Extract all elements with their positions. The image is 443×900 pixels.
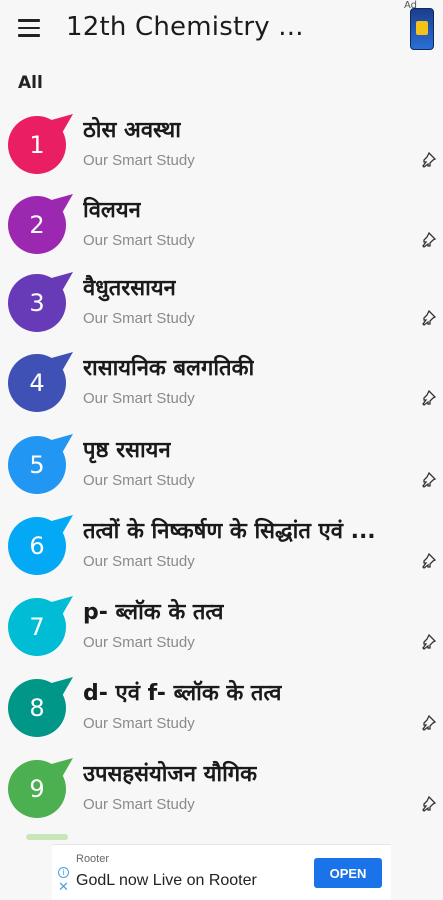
pin-icon[interactable] xyxy=(420,390,436,406)
number-badge: 6 xyxy=(8,517,66,575)
item-title: रासायनिक बलगतिकी xyxy=(83,356,255,381)
list-item[interactable]: 3 वैधुतरसायन Our Smart Study xyxy=(0,268,443,350)
pin-icon[interactable] xyxy=(420,310,436,326)
menu-icon[interactable] xyxy=(18,19,40,37)
item-subtitle: Our Smart Study xyxy=(83,796,195,813)
item-subtitle: Our Smart Study xyxy=(83,152,195,169)
item-title: वैधुतरसायन xyxy=(83,276,176,301)
number-badge: 1 xyxy=(8,116,66,174)
list-item[interactable]: 6 तत्वों के निष्कर्षण के सिद्धांत एवं ..… xyxy=(0,511,443,593)
item-subtitle: Our Smart Study xyxy=(83,390,195,407)
ad-source: Rooter xyxy=(76,853,110,865)
number-badge: 2 xyxy=(8,196,66,254)
pin-icon[interactable] xyxy=(420,472,436,488)
page-title: 12th Chemistry ... xyxy=(66,12,304,42)
pin-icon[interactable] xyxy=(420,553,436,569)
list-item[interactable]: 2 विलयन Our Smart Study xyxy=(0,190,443,272)
item-title: तत्वों के निष्कर्षण के सिद्धांत एवं ... xyxy=(83,519,376,544)
number-badge: 8 xyxy=(8,679,66,737)
close-icon[interactable]: ✕ xyxy=(58,880,69,895)
item-title: उपसहसंयोजन यौगिक xyxy=(83,762,258,787)
item-subtitle: Our Smart Study xyxy=(83,310,195,327)
number-badge: 9 xyxy=(8,760,66,818)
number-badge: 7 xyxy=(8,598,66,656)
item-title: p- ब्लॉक के तत्व xyxy=(83,600,224,625)
list-item[interactable]: 8 d- एवं f- ब्लॉक के तत्व Our Smart Stud… xyxy=(0,673,443,755)
item-title: पृष्ठ रसायन xyxy=(83,438,171,463)
item-subtitle: Our Smart Study xyxy=(83,553,195,570)
ad-info-icon[interactable]: i xyxy=(58,867,69,878)
app-bar: 12th Chemistry ... Ad xyxy=(0,0,443,60)
item-title: विलयन xyxy=(83,198,141,223)
list-item[interactable]: 1 ठोस अवस्था Our Smart Study xyxy=(0,110,443,192)
partial-list-item xyxy=(26,834,68,840)
item-title: ठोस अवस्था xyxy=(83,118,181,143)
pin-icon[interactable] xyxy=(420,232,436,248)
list-item[interactable]: 5 पृष्ठ रसायन Our Smart Study xyxy=(0,430,443,512)
item-subtitle: Our Smart Study xyxy=(83,715,195,732)
list-item[interactable]: 7 p- ब्लॉक के तत्व Our Smart Study xyxy=(0,592,443,674)
ad-text: GodL now Live on Rooter xyxy=(76,872,257,889)
number-badge: 4 xyxy=(8,354,66,412)
item-subtitle: Our Smart Study xyxy=(83,472,195,489)
item-title: d- एवं f- ब्लॉक के तत्व xyxy=(83,681,282,706)
pin-icon[interactable] xyxy=(420,715,436,731)
number-badge: 5 xyxy=(8,436,66,494)
ad-banner[interactable]: i ✕ Rooter GodL now Live on Rooter OPEN xyxy=(52,844,391,900)
item-subtitle: Our Smart Study xyxy=(83,634,195,651)
list-item[interactable]: 9 उपसहसंयोजन यौगिक Our Smart Study xyxy=(0,754,443,836)
open-button[interactable]: OPEN xyxy=(314,858,382,888)
number-badge: 3 xyxy=(8,274,66,332)
ad-logo-icon[interactable] xyxy=(410,8,434,50)
pin-icon[interactable] xyxy=(420,152,436,168)
pin-icon[interactable] xyxy=(420,796,436,812)
list-item[interactable]: 4 रासायनिक बलगतिकी Our Smart Study xyxy=(0,348,443,430)
section-header: All xyxy=(18,73,43,93)
item-subtitle: Our Smart Study xyxy=(83,232,195,249)
pin-icon[interactable] xyxy=(420,634,436,650)
